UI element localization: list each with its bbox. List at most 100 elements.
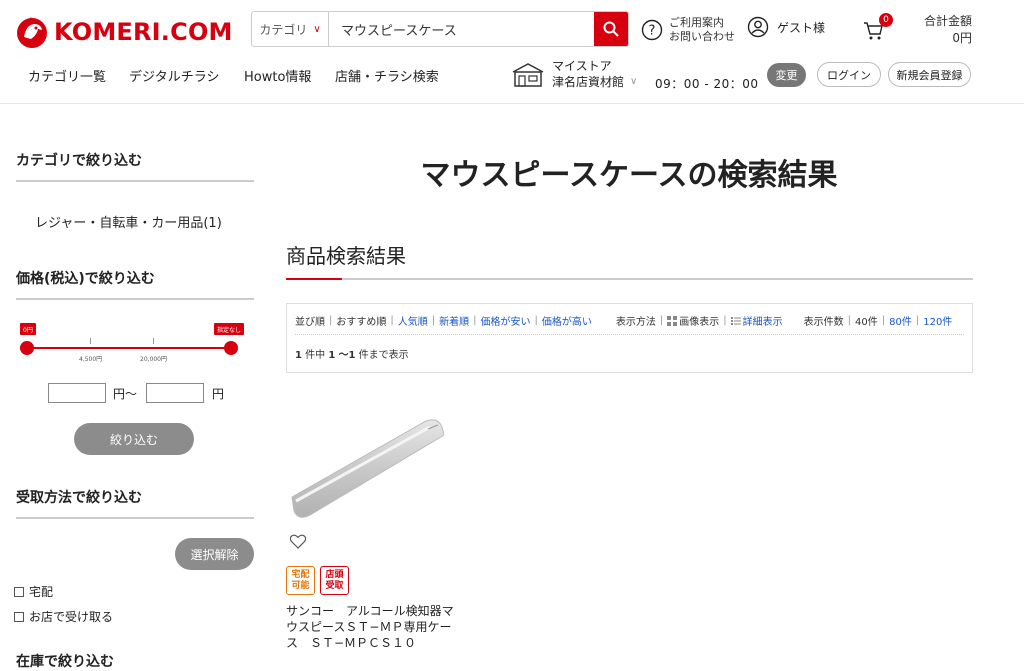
cart-button[interactable]: 0 (863, 13, 893, 42)
category-filter-heading: カテゴリで絞り込む (16, 150, 254, 182)
count-option-80[interactable]: 80件 (889, 313, 912, 328)
count-label: 表示件数 (803, 317, 844, 328)
store-pickup-badge: 店頭 受取 (320, 566, 349, 595)
change-store-button[interactable]: 変更 (767, 63, 806, 87)
badge-line: 宅配 (291, 569, 310, 580)
badge-line: 店頭 (325, 569, 344, 580)
page-title: マウスピースケースの検索結果 (420, 158, 838, 193)
chevron-down-icon: ∨ (630, 76, 638, 87)
price-unit-label: 円〜 (113, 387, 138, 401)
nav-store-search[interactable]: 店舗・チラシ検索 (335, 66, 439, 85)
price-unit-label: 円 (212, 387, 225, 401)
result-to: 1 (348, 350, 356, 361)
checkbox[interactable] (14, 586, 24, 597)
grid-icon (667, 315, 678, 326)
clear-selection-button[interactable]: 選択解除 (175, 538, 254, 570)
price-min-flag: 0円 (20, 323, 36, 335)
search-bar: カテゴリ ∨ (251, 11, 629, 47)
price-max-flag: 指定なし (214, 323, 245, 335)
cart-total: 合計金額 0円 (910, 13, 972, 47)
price-max-handle[interactable] (224, 341, 238, 355)
price-tick (90, 338, 91, 344)
pickup-filter-heading: 受取方法で絞り込む (16, 487, 254, 519)
pickup-option-label: お店で受け取る (29, 610, 114, 624)
list-icon (730, 316, 741, 325)
section-title: 商品検索結果 (286, 244, 406, 268)
sort-label: 並び順 (295, 317, 325, 328)
total-value: 0円 (952, 31, 972, 45)
sort-option-price-high[interactable]: 価格が高い (542, 313, 592, 328)
help-label: ご利用案内 (669, 16, 724, 29)
rooster-logo-icon (17, 17, 47, 48)
price-min-handle[interactable] (20, 341, 34, 355)
sort-option-newest[interactable]: 新着順 (439, 313, 469, 328)
price-slider-track[interactable] (27, 347, 233, 349)
category-filter-item[interactable]: レジャー・自転車・カー用品(1) (35, 212, 222, 231)
store-icon (512, 63, 544, 87)
svg-text:?: ? (649, 24, 656, 39)
nav-category-list[interactable]: カテゴリ一覧 (28, 66, 106, 85)
favorite-heart-icon[interactable] (290, 534, 306, 549)
view-image-option[interactable]: 画像表示 (679, 313, 719, 328)
user-icon (747, 16, 769, 38)
my-store-name: 津名店資材館 (552, 75, 625, 89)
narrow-down-button[interactable]: 絞り込む (74, 423, 194, 455)
search-icon (603, 21, 619, 37)
header-divider (0, 103, 1024, 104)
price-tick-label: 20,000円 (140, 356, 167, 363)
view-label: 表示方法 (615, 317, 656, 328)
my-store-label: マイストア (552, 59, 612, 73)
price-max-input[interactable] (146, 383, 204, 403)
pickup-option-delivery[interactable]: 宅配 (14, 583, 53, 600)
count-option-120[interactable]: 120件 (923, 313, 952, 328)
search-category-select[interactable]: カテゴリ ∨ (252, 12, 329, 46)
logo-text: KOMERI.COM (54, 18, 233, 46)
badge-line: 可能 (291, 580, 310, 591)
result-from: 1 (328, 350, 336, 361)
sort-option-price-low[interactable]: 価格が安い (481, 313, 531, 328)
chevron-down-icon: ∨ (313, 23, 321, 35)
question-icon: ? (641, 19, 663, 41)
result-count: 1 件中 1 〜1 件まで表示 (295, 346, 409, 361)
sort-divider (295, 334, 964, 335)
guest-label: ゲスト様 (777, 20, 826, 35)
sort-option-recommended[interactable]: おすすめ順 (336, 313, 386, 328)
nav-digital-flyer[interactable]: デジタルチラシ (129, 66, 219, 85)
price-tick (153, 338, 154, 344)
nav-howto[interactable]: Howto情報 (244, 66, 311, 85)
price-tick-label: 4,500円 (79, 356, 103, 363)
search-button[interactable] (594, 12, 628, 46)
help-link[interactable]: ? ご利用案内 お問い合わせ (641, 16, 735, 44)
delivery-badge: 宅配 可能 (286, 566, 315, 595)
total-label: 合計金額 (923, 14, 972, 28)
stock-filter-heading: 在庫で絞り込む (16, 654, 114, 670)
result-total: 1 (295, 350, 302, 361)
sort-option-popular[interactable]: 人気順 (398, 313, 428, 328)
price-min-input[interactable] (48, 383, 106, 403)
result-text: 件まで表示 (358, 350, 409, 361)
result-text: 件中 (305, 350, 326, 361)
result-sep: 〜 (338, 350, 349, 361)
search-category-label: カテゴリ (259, 22, 308, 37)
contact-label: お問い合わせ (669, 30, 735, 43)
cart-count-badge: 0 (879, 13, 893, 27)
badge-line: 受取 (325, 580, 344, 591)
product-image[interactable] (288, 415, 444, 527)
price-filter-heading: 価格(税込)で絞り込む (16, 268, 254, 300)
view-detail-option[interactable]: 詳細表示 (743, 313, 783, 328)
product-name-link[interactable]: サンコー アルコール検知器マウスピースＳＴ−ＭＰ専用ケース ＳＴ−ＭＰＣＳ１０ (286, 603, 461, 651)
komeri-logo[interactable]: KOMERI.COM (14, 14, 233, 50)
login-button[interactable]: ログイン (817, 62, 881, 87)
count-option-40[interactable]: 40件 (855, 313, 878, 328)
search-input[interactable] (329, 12, 594, 46)
section-divider (286, 278, 973, 280)
pickup-option-label: 宅配 (29, 585, 54, 599)
pickup-option-store[interactable]: お店で受け取る (14, 608, 113, 625)
checkbox[interactable] (14, 611, 24, 622)
account-link[interactable]: ゲスト様 (747, 16, 825, 38)
sort-toolbar: 並び順 | おすすめ順 | 人気順 | 新着順 | 価格が安い | 価格が高い … (295, 313, 953, 328)
my-store[interactable]: マイストア 津名店資材館 ∨ (552, 58, 637, 90)
register-button[interactable]: 新規会員登録 (888, 62, 971, 87)
store-hours: 09：00 - 20：00 (655, 77, 759, 91)
section-divider-accent (286, 278, 342, 280)
